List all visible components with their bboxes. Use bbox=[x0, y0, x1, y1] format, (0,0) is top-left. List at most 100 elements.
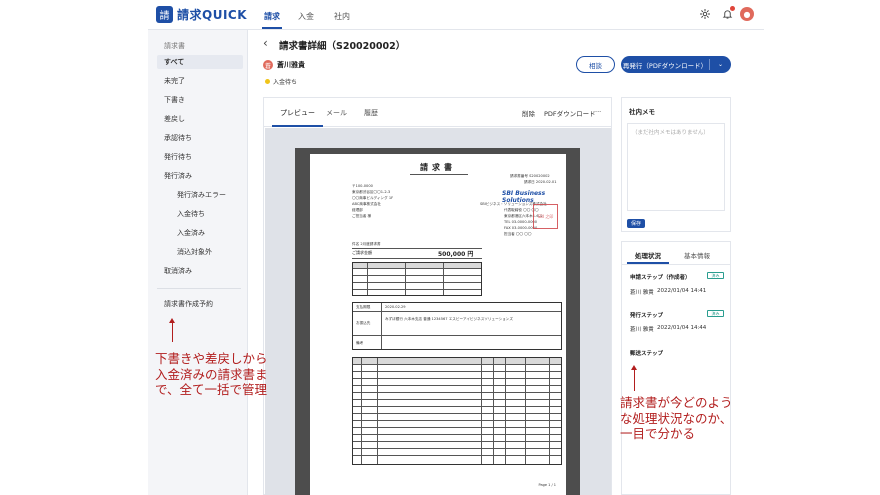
step-status-badge: 済み bbox=[707, 272, 724, 279]
tab-preview[interactable]: プレビュー bbox=[272, 108, 323, 127]
back-icon[interactable]: ‹ bbox=[263, 36, 268, 50]
company-seal: SBI 之印 bbox=[533, 204, 558, 229]
annotation-line: 入金済みの請求書ま bbox=[155, 366, 268, 382]
annotation-line: 下書きや差戻しから bbox=[155, 351, 268, 366]
page-title: 請求書詳細（S20020002） bbox=[279, 41, 406, 52]
chevron-down-icon[interactable]: ⌄ bbox=[710, 61, 731, 68]
memo-input[interactable]: （まだ社内メモはありません） bbox=[627, 123, 725, 211]
status-dot bbox=[265, 79, 270, 84]
nav-tab-internal[interactable]: 社内 bbox=[334, 11, 350, 22]
annotation-right: 請求書が今どのよう な処理状況なのか、 一目で分かる bbox=[620, 395, 733, 442]
annotation-line: で、全て一括で管理 bbox=[155, 382, 268, 397]
bank-text: みずほ銀行 六本木支店 普通 1234567 エスビーアイビジネスソリューション… bbox=[385, 317, 513, 321]
sidebar-item-cancelled[interactable]: 取消済み bbox=[157, 264, 243, 278]
reissue-button[interactable]: 再発行（PDFダウンロード） ⌄ bbox=[621, 56, 731, 73]
deadline-label: 支払期限 bbox=[356, 305, 371, 309]
delete-button[interactable]: 削除 bbox=[522, 108, 535, 118]
sidebar-item-all[interactable]: すべて bbox=[157, 55, 243, 69]
sidebar-item-scheduled[interactable]: 請求書作成予約 bbox=[157, 297, 243, 311]
bell-icon[interactable] bbox=[720, 6, 735, 21]
sidebar-item-incomplete[interactable]: 未完了 bbox=[157, 74, 243, 88]
company-line: 担当者 〇〇 〇〇 bbox=[504, 232, 532, 236]
tab-processing-status[interactable]: 処理状況 bbox=[627, 250, 669, 264]
sidebar-item-returned[interactable]: 差戻し bbox=[157, 112, 243, 126]
recipient-line: ご担当者 様 bbox=[352, 214, 372, 218]
tab-history[interactable]: 履歴 bbox=[364, 108, 378, 118]
line-items-table bbox=[352, 357, 562, 465]
app-logo[interactable]: 請 請求QUICK bbox=[156, 6, 247, 23]
tabs-divider bbox=[622, 264, 730, 265]
page-number: Page 1 / 1 bbox=[538, 483, 556, 487]
annotation-left: 下書きや差戻しから 入金済みの請求書ま で、全て一括で管理 bbox=[155, 351, 268, 398]
pdf-download-button[interactable]: PDFダウンロード bbox=[544, 108, 596, 118]
sidebar-item-draft[interactable]: 下書き bbox=[157, 93, 243, 107]
reissue-button-label: 再発行（PDFダウンロード） bbox=[622, 61, 708, 70]
consult-button[interactable]: 相談 bbox=[576, 56, 615, 73]
sidebar-item-awaiting-issue[interactable]: 発行待ち bbox=[157, 150, 243, 164]
sidebar-item-issued-error[interactable]: 発行済みエラー bbox=[157, 188, 243, 202]
sidebar-item-paid[interactable]: 入金済み bbox=[157, 226, 243, 240]
memo-placeholder: （まだ社内メモはありません） bbox=[632, 130, 709, 136]
top-bar: 請 請求QUICK 請求 入金 社内 ● bbox=[148, 0, 764, 30]
tab-mail[interactable]: メール bbox=[326, 108, 347, 118]
invoice-date: 請求日 2020.02.01 bbox=[524, 180, 557, 184]
step-user: 蒼川 雅貴 bbox=[630, 290, 654, 296]
sidebar-heading: 請求書 bbox=[164, 42, 185, 50]
author-avatar: 蒼 bbox=[263, 60, 273, 70]
step-date: 2022/01/04 14:44 bbox=[657, 325, 707, 331]
memo-save-button[interactable]: 保存 bbox=[627, 219, 645, 228]
sidebar-item-awaiting-approval[interactable]: 承認待ち bbox=[157, 131, 243, 145]
deadline-value: 2020.02.29 bbox=[385, 305, 406, 309]
sidebar-item-issued[interactable]: 発行済み bbox=[157, 169, 243, 183]
invoice-document: 請求書 請求書番号 S20020002 請求日 2020.02.01 〒100-… bbox=[310, 154, 566, 495]
note-label: 備考 bbox=[356, 341, 364, 345]
sidebar-item-awaiting-payment[interactable]: 入金待ち bbox=[157, 207, 243, 221]
step-date: 2022/01/04 14:41 bbox=[657, 288, 707, 294]
more-options-icon[interactable]: ··· bbox=[595, 108, 601, 116]
tab-basic-info[interactable]: 基本情報 bbox=[684, 250, 710, 260]
step-title: 発行ステップ bbox=[630, 313, 664, 319]
document-viewer[interactable]: 請求書 請求書番号 S20020002 請求日 2020.02.01 〒100-… bbox=[265, 128, 611, 495]
nav-tab-invoice[interactable]: 請求 bbox=[262, 11, 282, 29]
user-avatar-icon[interactable]: ● bbox=[740, 7, 754, 21]
recipient-line: 東京都渋谷区〇〇1-2-3 bbox=[352, 190, 391, 194]
bank-label: お振込先 bbox=[356, 321, 371, 325]
step-user: 蒼川 雅貴 bbox=[630, 327, 654, 333]
preview-panel: プレビュー メール 履歴 削除 PDFダウンロード ··· 請求書 請求書番号 … bbox=[263, 97, 612, 495]
processing-status-panel: 処理状況 基本情報 申請ステップ（作成者） 済み 蒼川 雅貴 2022/01/0… bbox=[621, 241, 731, 495]
amount-label: ご請求金額 bbox=[352, 250, 372, 255]
logo-text: 請求QUICK bbox=[177, 8, 248, 22]
payment-info-table: 支払期限 2020.02.29 お振込先 みずほ銀行 六本木支店 普通 1234… bbox=[352, 302, 562, 350]
author-name: 蒼川雅貴 bbox=[277, 61, 305, 69]
recipient-line: 経理部 bbox=[352, 208, 363, 212]
step-status-badge: 済み bbox=[707, 310, 724, 317]
document-title: 請求書 bbox=[420, 163, 456, 172]
step-title: 郵送ステップ bbox=[630, 351, 664, 357]
annotation-arrow-right bbox=[630, 365, 638, 391]
invoice-number: 請求書番号 S20020002 bbox=[510, 174, 550, 178]
status-indicator: 入金待ち bbox=[265, 77, 297, 86]
gear-icon[interactable] bbox=[698, 7, 712, 21]
internal-memo-panel: 社内メモ （まだ社内メモはありません） 保存 bbox=[621, 97, 731, 232]
logo-icon: 請 bbox=[156, 6, 173, 23]
recipient-line: ABC商事株式会社 bbox=[352, 202, 381, 206]
tax-table bbox=[352, 262, 482, 296]
annotation-line: な処理状況なのか、 bbox=[620, 410, 733, 426]
annotation-line: 一目で分かる bbox=[620, 426, 696, 441]
notification-dot bbox=[730, 6, 735, 11]
memo-title: 社内メモ bbox=[629, 108, 655, 116]
status-text: 入金待ち bbox=[273, 79, 298, 86]
sidebar-item-excluded[interactable]: 消込対象外 bbox=[157, 245, 243, 259]
author-row: 蒼 蒼川雅貴 bbox=[263, 60, 305, 70]
annotation-line: 請求書が今どのよう bbox=[620, 395, 733, 410]
sidebar: 請求書 すべて 未完了 下書き 差戻し 承認待ち 発行待ち 発行済み 発行済みエ… bbox=[148, 30, 248, 495]
amount-value: 500,000 円 bbox=[438, 251, 474, 258]
sidebar-divider bbox=[157, 288, 241, 289]
recipient-line: 〒100-0000 bbox=[352, 184, 373, 188]
title-underline bbox=[410, 174, 468, 175]
step-title: 申請ステップ（作成者） bbox=[630, 275, 691, 281]
amount-underline bbox=[352, 258, 482, 259]
preview-tabs: プレビュー メール 履歴 削除 PDFダウンロード ··· bbox=[264, 98, 611, 127]
nav-tab-payment[interactable]: 入金 bbox=[298, 11, 314, 22]
subject-line: 件名 2月度請求書 bbox=[352, 242, 381, 246]
